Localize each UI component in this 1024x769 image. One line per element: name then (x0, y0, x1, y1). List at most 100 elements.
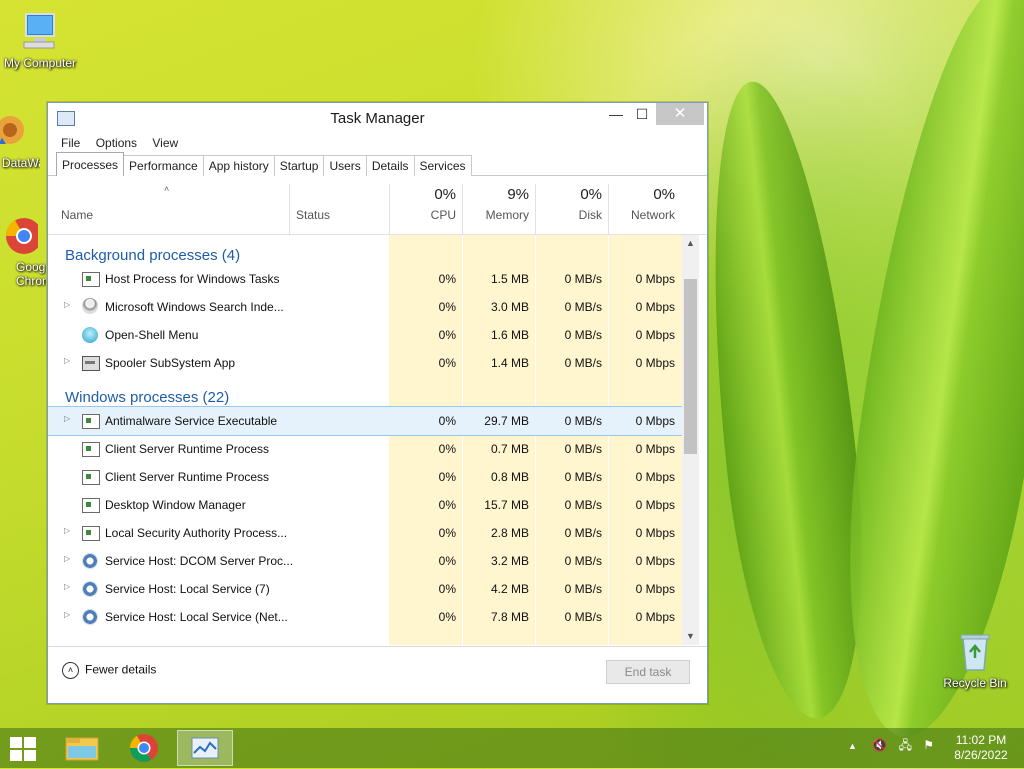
process-row[interactable]: Desktop Window Manager 0% 15.7 MB 0 MB/s 0 M… (48, 491, 682, 519)
scroll-down-icon[interactable]: ▼ (682, 628, 699, 645)
tab-startup[interactable]: Startup (273, 155, 325, 176)
process-net-value: 0 Mbps (635, 414, 675, 428)
process-row[interactable]: Client Server Runtime Process 0% 0.8 MB 0 M… (48, 463, 682, 491)
expand-chevron-icon[interactable]: ▷ (64, 582, 70, 591)
column-header: ˄ Name Status 0% CPU 9% Memory 0% Disk 0… (48, 176, 707, 235)
title-bar[interactable]: Task Manager — ☐ ✕ (48, 103, 707, 133)
process-cpu-value: 0% (438, 498, 456, 512)
column-divider[interactable] (289, 184, 290, 234)
process-row[interactable]: Client Server Runtime Process 0% 0.7 MB 0 M… (48, 435, 682, 463)
process-mem-value: 15.7 MB (484, 498, 529, 512)
scroll-thumb[interactable] (684, 279, 697, 454)
process-row[interactable]: Open-Shell Menu 0% 1.6 MB 0 MB/s 0 Mbps (48, 321, 682, 349)
clock-time: 11:02 PM (955, 733, 1007, 747)
process-mem-value: 1.6 MB (490, 328, 529, 342)
tab-users[interactable]: Users (323, 155, 367, 176)
desktop-icon-my-computer[interactable]: My Computer (0, 10, 80, 70)
process-cpu-value: 0% (438, 526, 456, 540)
column-disk[interactable]: 0% Disk (535, 176, 608, 234)
tab-performance[interactable]: Performance (123, 155, 204, 176)
maximize-button[interactable]: ☐ (628, 103, 656, 125)
group-label: Background processes (4) (65, 247, 241, 264)
process-net-value: 0 Mbps (635, 470, 675, 484)
expand-chevron-icon[interactable]: ▷ (64, 610, 70, 619)
expand-chevron-icon[interactable]: ▷ (64, 554, 70, 563)
network-icon[interactable]: 🖧 (899, 738, 912, 752)
column-name[interactable]: Name (61, 208, 93, 222)
expand-chevron-icon[interactable]: ▷ (64, 300, 70, 309)
fewer-details-button[interactable]: ˄ Fewer details (62, 662, 156, 679)
network-disconnected-icon[interactable]: 🔇 (872, 738, 887, 752)
window-icon (82, 442, 100, 457)
window-icon (82, 526, 100, 541)
tab-details[interactable]: Details (365, 155, 415, 176)
process-disk-value: 0 MB/s (564, 328, 602, 342)
process-row[interactable]: ▷ Service Host: Local Service (7) 0% 4.2 MB… (48, 575, 682, 603)
column-memory[interactable]: 9% Memory (462, 176, 535, 234)
process-disk-value: 0 MB/s (564, 442, 602, 456)
taskbar-task-manager[interactable] (177, 730, 233, 766)
process-net-value: 0 Mbps (635, 582, 675, 596)
gear-icon (82, 581, 98, 597)
menu-options[interactable]: Options (96, 133, 137, 153)
process-row[interactable]: Host Process for Windows Tasks 0% 1.5 MB 0 … (48, 265, 682, 293)
process-net-value: 0 Mbps (635, 272, 675, 286)
desktop-icon-label: Recycle Bin (943, 676, 1007, 690)
process-net-value: 0 Mbps (635, 498, 675, 512)
expand-chevron-icon[interactable]: ▷ (64, 526, 70, 535)
process-row[interactable]: ▷ Microsoft Windows Search Inde... 0% 3.0 M… (48, 293, 682, 321)
expand-chevron-icon[interactable]: ▷ (64, 356, 70, 365)
process-row[interactable]: ▷ Local Security Authority Process... 0% 2.… (48, 519, 682, 547)
process-name: Open-Shell Menu (105, 328, 199, 342)
tab-app-history[interactable]: App history (202, 155, 275, 176)
process-name: Client Server Runtime Process (105, 470, 270, 484)
process-name: Desktop Window Manager (105, 498, 246, 512)
shell-icon (82, 327, 98, 343)
desktop-icon-chrome[interactable]: Goog Chrom (0, 214, 46, 288)
taskbar-file-explorer[interactable] (54, 730, 110, 766)
process-row[interactable]: ▷ Spooler SubSystem App 0% 1.4 MB 0 MB/s 0 Mb… (48, 349, 682, 377)
window-icon (82, 498, 100, 513)
gear-icon (82, 609, 98, 625)
process-cpu-value: 0% (438, 356, 456, 370)
action-center-icon[interactable]: ⚑ (923, 738, 934, 752)
group-header[interactable]: Windows processes (22) (48, 377, 682, 407)
minimize-button[interactable]: — (602, 103, 630, 125)
show-hidden-icons-icon[interactable]: ▲ (848, 741, 857, 751)
process-name: Local Security Authority Process... (105, 526, 288, 540)
process-row[interactable]: ▷ Service Host: Local Service (Net... 0% 7.… (48, 603, 682, 631)
process-row[interactable]: ▷ Service Host: DCOM Server Proc... 0% 3.2 … (48, 547, 682, 575)
taskbar-clock[interactable]: 11:02 PM 8/26/2022 (950, 733, 1012, 763)
end-task-button[interactable]: End task (606, 660, 690, 684)
process-cpu-value: 0% (438, 554, 456, 568)
process-net-value: 0 Mbps (635, 554, 675, 568)
expand-chevron-icon[interactable]: ▷ (64, 414, 70, 423)
menu-view[interactable]: View (152, 133, 178, 153)
process-mem-value: 29.7 MB (484, 414, 529, 428)
column-cpu[interactable]: 0% CPU (389, 176, 462, 234)
taskbar-chrome[interactable] (116, 730, 172, 766)
scroll-up-icon[interactable]: ▲ (682, 235, 699, 252)
tab-services[interactable]: Services (413, 155, 472, 176)
process-disk-value: 0 MB/s (564, 498, 602, 512)
desktop-icon-recycle-bin[interactable]: Recycle Bin (935, 630, 1015, 690)
disk-label: Disk (578, 208, 602, 222)
group-header[interactable]: Background processes (4) (48, 235, 682, 265)
close-button[interactable]: ✕ (656, 103, 704, 125)
menu-file[interactable]: File (61, 133, 80, 153)
desktop-icon-label: Goog Chrom (16, 260, 46, 288)
process-disk-value: 0 MB/s (564, 554, 602, 568)
desktop-icon-datawa[interactable]: DataWa (0, 110, 40, 170)
column-network[interactable]: 0% Network (608, 176, 681, 234)
start-button[interactable] (10, 737, 36, 761)
process-cpu-value: 0% (438, 272, 456, 286)
process-disk-value: 0 MB/s (564, 414, 602, 428)
process-name: Service Host: Local Service (Net... (105, 610, 288, 624)
tab-processes[interactable]: Processes (56, 152, 125, 176)
process-name: Microsoft Windows Search Inde... (105, 300, 284, 314)
process-mem-value: 0.7 MB (490, 442, 529, 456)
column-status[interactable]: Status (296, 208, 330, 222)
vertical-scrollbar[interactable]: ▲ ▼ (682, 235, 699, 645)
process-row[interactable]: ▷ Antimalware Service Executable 0% 29.7 MB… (48, 406, 683, 436)
memory-label: Memory (485, 208, 529, 222)
